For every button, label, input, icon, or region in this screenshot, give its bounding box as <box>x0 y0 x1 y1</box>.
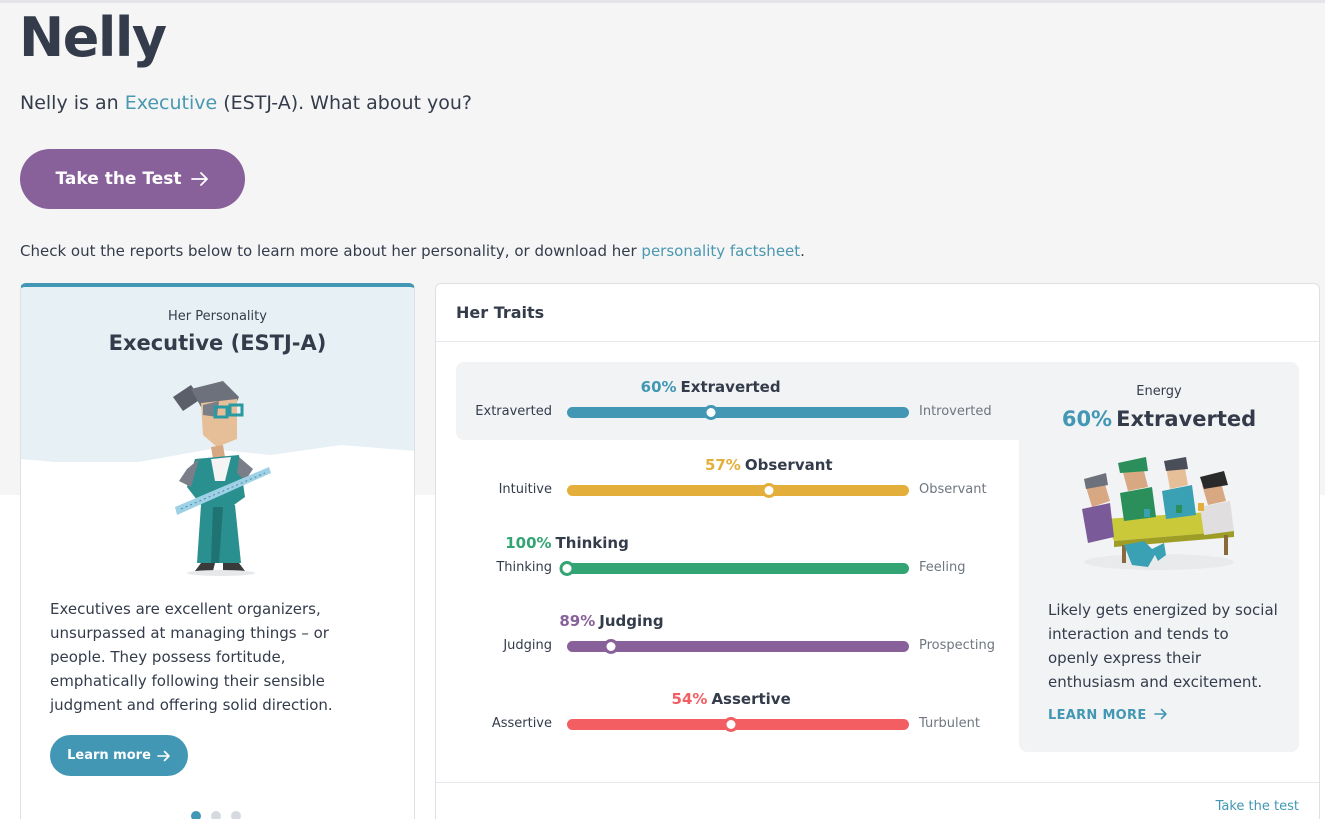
trait-row-judging[interactable]: 89% Judging Judging Prospecting <box>456 596 1016 674</box>
arrow-right-icon <box>157 750 170 761</box>
trait-bar <box>567 407 909 418</box>
traits-card: Her Traits Energy 60% Extraverted Likely… <box>435 283 1320 819</box>
trait-percent-name: Assertive <box>711 690 791 708</box>
energy-description: Likely gets energized by social interact… <box>1048 601 1278 691</box>
trait-percent-value: 57% <box>704 456 741 474</box>
carousel-dot-3[interactable] <box>231 811 241 819</box>
trait-percent-label: 57% Observant <box>705 456 833 474</box>
reports-intro-text: Check out the reports below to learn mor… <box>20 242 805 260</box>
carousel-dot-2[interactable] <box>211 811 221 819</box>
trait-left-pole: Intuitive <box>498 482 552 497</box>
trait-right-pole: Introverted <box>919 404 992 419</box>
intro-prefix: Nelly is an <box>20 92 125 114</box>
take-the-test-button[interactable]: Take the Test <box>20 149 245 209</box>
trait-right-pole: Prospecting <box>919 638 995 653</box>
personality-factsheet-link[interactable]: personality factsheet <box>641 242 800 260</box>
trait-percent-label: 60% Extraverted <box>641 378 781 396</box>
trait-bar <box>567 485 909 496</box>
personality-title: Executive (ESTJ-A) <box>108 331 327 355</box>
check-suffix: . <box>800 242 805 260</box>
trait-percent-label: 89% Judging <box>559 612 663 630</box>
trait-bar <box>567 563 909 574</box>
learn-more-button[interactable]: Learn more <box>50 735 188 776</box>
trait-right-pole: Observant <box>919 482 987 497</box>
energy-panel: Energy 60% Extraverted Likely gets energ… <box>1019 362 1299 752</box>
trait-row-observant[interactable]: 57% Observant Intuitive Observant <box>456 440 1016 518</box>
learn-more-label: Learn more <box>67 748 151 763</box>
trait-row-assertive[interactable]: 54% Assertive Assertive Turbulent <box>456 674 1016 752</box>
carousel-dots <box>191 811 241 819</box>
trait-percent-value: 100% <box>505 534 552 552</box>
trait-row-extraverted[interactable]: 60% Extraverted Extraverted Introverted <box>456 362 1016 440</box>
carousel-dot-1[interactable] <box>191 811 201 819</box>
trait-percent-name: Thinking <box>555 534 629 552</box>
energy-percent: 60% <box>1061 407 1113 431</box>
trait-knob <box>761 483 777 498</box>
trait-left-pole: Thinking <box>496 560 552 575</box>
trait-knob <box>703 405 719 420</box>
trait-percent-value: 89% <box>559 612 596 630</box>
trait-percent-value: 54% <box>671 690 708 708</box>
energy-label: Energy <box>1136 384 1182 399</box>
trait-percent-value: 60% <box>640 378 677 396</box>
trait-percent-label: 54% Assertive <box>672 690 791 708</box>
trait-right-pole: Feeling <box>919 560 966 575</box>
energy-learn-more-link[interactable]: LEARN MORE <box>1048 708 1168 723</box>
traits-title: Her Traits <box>436 284 1319 342</box>
traits-area: Energy 60% Extraverted Likely gets energ… <box>456 362 1299 752</box>
personality-description: Executives are excellent organizers, uns… <box>50 600 333 714</box>
traits-card-footer-divider <box>436 782 1319 783</box>
trait-row-thinking[interactable]: 100% Thinking Thinking Feeling <box>456 518 1016 596</box>
trait-percent-label: 100% Thinking <box>505 534 629 552</box>
trait-percent-name: Extraverted <box>680 378 781 396</box>
intro-suffix: (ESTJ-A). What about you? <box>217 92 472 114</box>
arrow-right-icon <box>1154 708 1168 720</box>
take-the-test-link[interactable]: Take the test <box>1216 799 1299 814</box>
trait-right-pole: Turbulent <box>919 716 980 731</box>
arrow-right-icon <box>191 172 209 186</box>
trait-left-pole: Extraverted <box>475 404 552 419</box>
executive-character-illustration <box>173 381 271 576</box>
personality-type-link[interactable]: Executive <box>125 92 218 114</box>
profile-name: Nelly <box>19 6 167 69</box>
take-the-test-label: Take the Test <box>55 169 182 189</box>
trait-knob <box>559 561 575 576</box>
social-group-illustration <box>1082 457 1234 570</box>
trait-knob <box>723 717 739 732</box>
energy-learn-more-label: LEARN MORE <box>1048 708 1147 723</box>
intro-text: Nelly is an Executive (ESTJ-A). What abo… <box>20 92 472 114</box>
trait-left-pole: Assertive <box>491 716 552 731</box>
top-border <box>0 0 1325 3</box>
trait-left-pole: Judging <box>503 638 552 653</box>
energy-trait: Extraverted <box>1116 407 1257 431</box>
trait-knob <box>603 639 619 654</box>
trait-percent-name: Judging <box>599 612 664 630</box>
personality-subtitle: Her Personality <box>168 309 267 324</box>
check-prefix: Check out the reports below to learn mor… <box>20 242 642 260</box>
energy-title: 60% Extraverted <box>1019 407 1299 431</box>
personality-card: Her Personality Executive (ESTJ-A) Execu… <box>20 283 415 819</box>
trait-percent-name: Observant <box>744 456 833 474</box>
